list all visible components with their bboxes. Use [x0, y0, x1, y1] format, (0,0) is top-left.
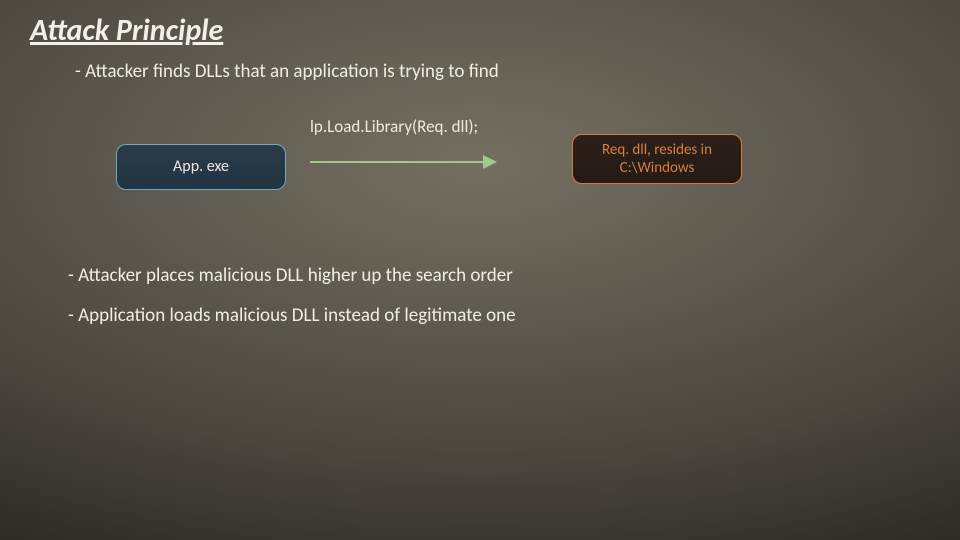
diagram-call-label: lp.Load.Library(Req. dll);: [310, 116, 478, 137]
diagram-arrow: [310, 152, 500, 172]
diagram-node-app-label: App. exe: [173, 157, 229, 176]
bullet-3: - Application loads malicious DLL instea…: [68, 304, 516, 327]
diagram-node-dll-label: Req. dll, resides in C:\Windows: [573, 141, 741, 177]
bullet-1: - Attacker finds DLLs that an applicatio…: [75, 60, 499, 83]
slide-title: Attack Principle: [30, 12, 223, 49]
arrow-head-icon: [483, 155, 497, 169]
diagram-node-dll: Req. dll, resides in C:\Windows: [572, 134, 742, 184]
slide: Attack Principle - Attacker finds DLLs t…: [0, 0, 960, 540]
bullet-2: - Attacker places malicious DLL higher u…: [68, 264, 513, 287]
diagram-node-app: App. exe: [116, 144, 286, 190]
arrow-line: [310, 161, 485, 163]
